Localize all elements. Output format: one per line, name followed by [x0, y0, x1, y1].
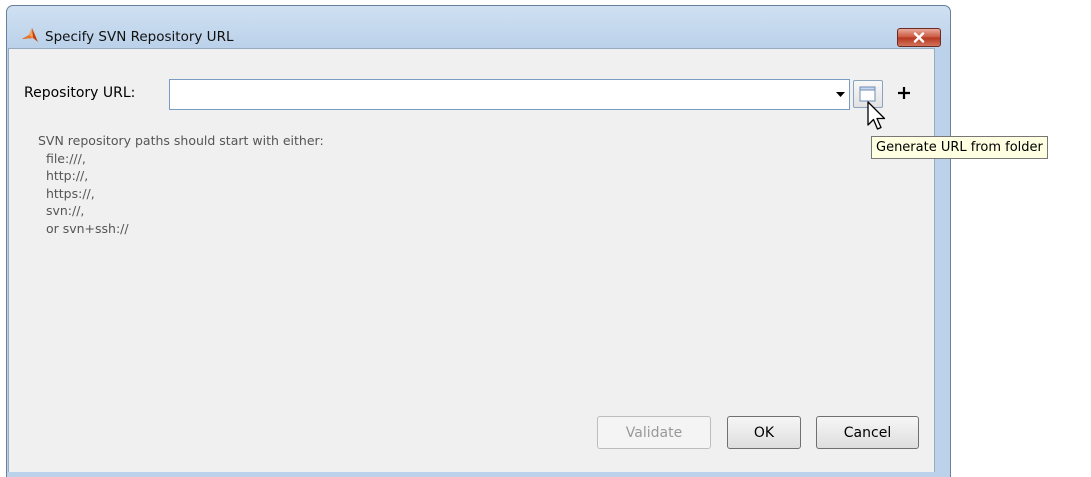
tooltip: Generate URL from folder: [871, 136, 1048, 159]
repository-url-label: Repository URL:: [24, 85, 136, 101]
dialog-title: Specify SVN Repository URL: [45, 29, 234, 45]
folder-icon: [859, 86, 876, 102]
close-button[interactable]: [897, 28, 941, 47]
dialog-content: [8, 48, 935, 472]
help-text: SVN repository paths should start with e…: [38, 132, 324, 238]
title-bar[interactable]: Specify SVN Repository URL: [7, 6, 950, 54]
matlab-logo-icon: [22, 28, 38, 42]
help-line: or svn+ssh://: [38, 220, 129, 236]
cancel-button[interactable]: Cancel: [816, 416, 919, 449]
add-button[interactable]: [893, 79, 915, 107]
ok-button[interactable]: OK: [727, 416, 801, 449]
chevron-down-icon: [835, 91, 845, 97]
plus-icon: [898, 87, 910, 99]
help-line: http://,: [38, 168, 89, 184]
repository-url-combobox[interactable]: [169, 79, 850, 110]
repository-url-input[interactable]: [172, 82, 826, 109]
close-icon: [913, 32, 925, 43]
help-line: https://,: [38, 185, 95, 201]
validate-button[interactable]: Validate: [597, 416, 711, 449]
dropdown-button[interactable]: [831, 80, 849, 109]
mouse-pointer-icon: [867, 101, 886, 130]
help-line: svn://,: [38, 203, 85, 219]
help-line: file:///,: [38, 150, 86, 166]
help-line: SVN repository paths should start with e…: [38, 133, 324, 148]
